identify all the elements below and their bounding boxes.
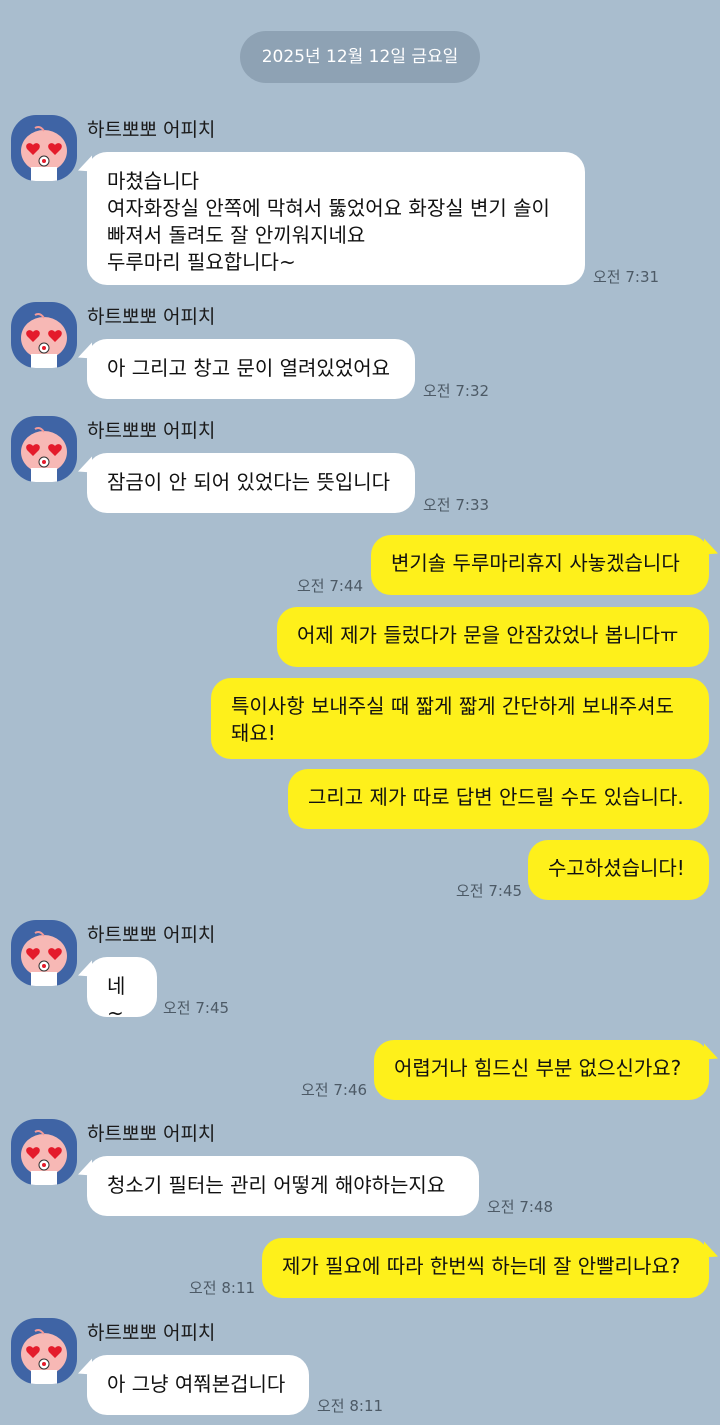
date-divider: 2025년 12월 12일 금요일 [240,31,480,83]
message-time: 오전 8:11 [317,1397,384,1415]
message-time: 오전 7:45 [456,882,523,900]
message-bubble-outgoing[interactable]: 그리고 제가 따로 답변 안드릴 수도 있습니다. [288,769,709,829]
message-bubble-incoming[interactable]: 아 그리고 창고 문이 열려있었어요 [87,339,415,399]
message-bubble-incoming[interactable]: 네~ [87,957,157,1025]
apeach-heart-eyes-icon [21,126,67,181]
apeach-heart-eyes-icon [21,931,67,986]
sender-name: 하트뽀뽀 어피치 [87,119,216,141]
sender-name: 하트뽀뽀 어피치 [87,420,216,442]
message-time: 오전 7:44 [297,577,364,595]
message-bubble-outgoing[interactable]: 제가 필요에 따라 한번씩 하는데 잘 안빨리나요? [262,1238,709,1298]
avatar[interactable] [11,115,77,181]
message-bubble-outgoing[interactable]: 어렵거나 힘드신 부분 없으신가요? [374,1040,709,1100]
apeach-heart-eyes-icon [21,313,67,368]
avatar[interactable] [11,920,77,986]
message-bubble-incoming[interactable]: 마쳤습니다 여자화장실 안쪽에 막혀서 뚫었어요 화장실 변기 솔이 빠져서 돌… [87,152,585,285]
message-bubble-outgoing[interactable]: 수고하셨습니다! [528,840,709,900]
message-time: 오전 7:33 [423,496,490,514]
avatar[interactable] [11,1318,77,1384]
message-time: 오전 7:32 [423,382,490,400]
message-bubble-outgoing[interactable]: 어제 제가 들렀다가 문을 안잠갔었나 봅니다ㅠ [277,607,709,667]
apeach-heart-eyes-icon [21,1130,67,1185]
message-time: 오전 8:11 [189,1279,256,1297]
message-time: 오전 7:31 [593,268,660,286]
avatar[interactable] [11,302,77,368]
sender-name: 하트뽀뽀 어피치 [87,1123,216,1145]
message-bubble-incoming[interactable]: 아 그냥 여쭤본겁니다 [87,1355,309,1415]
message-bubble-outgoing[interactable]: 변기솔 두루마리휴지 사놓겠습니다 [371,535,709,595]
chat-room[interactable]: 2025년 12월 12일 금요일 하트뽀뽀 어피치 마쳤습니다 여자화장실 안… [0,0,720,1425]
apeach-heart-eyes-icon [21,1329,67,1384]
message-time: 오전 7:46 [301,1081,368,1099]
sender-name: 하트뽀뽀 어피치 [87,306,216,328]
message-bubble-outgoing[interactable]: 특이사항 보내주실 때 짧게 짧게 간단하게 보내주셔도 돼요! [211,678,709,759]
avatar[interactable] [11,416,77,482]
message-time: 오전 7:45 [163,999,230,1017]
sender-name: 하트뽀뽀 어피치 [87,1322,216,1344]
message-time: 오전 7:48 [487,1198,554,1216]
apeach-heart-eyes-icon [21,427,67,482]
avatar[interactable] [11,1119,77,1185]
sender-name: 하트뽀뽀 어피치 [87,924,216,946]
message-bubble-incoming[interactable]: 잠금이 안 되어 있었다는 뜻입니다 [87,453,415,513]
message-bubble-incoming[interactable]: 청소기 필터는 관리 어떻게 해야하는지요 [87,1156,479,1216]
